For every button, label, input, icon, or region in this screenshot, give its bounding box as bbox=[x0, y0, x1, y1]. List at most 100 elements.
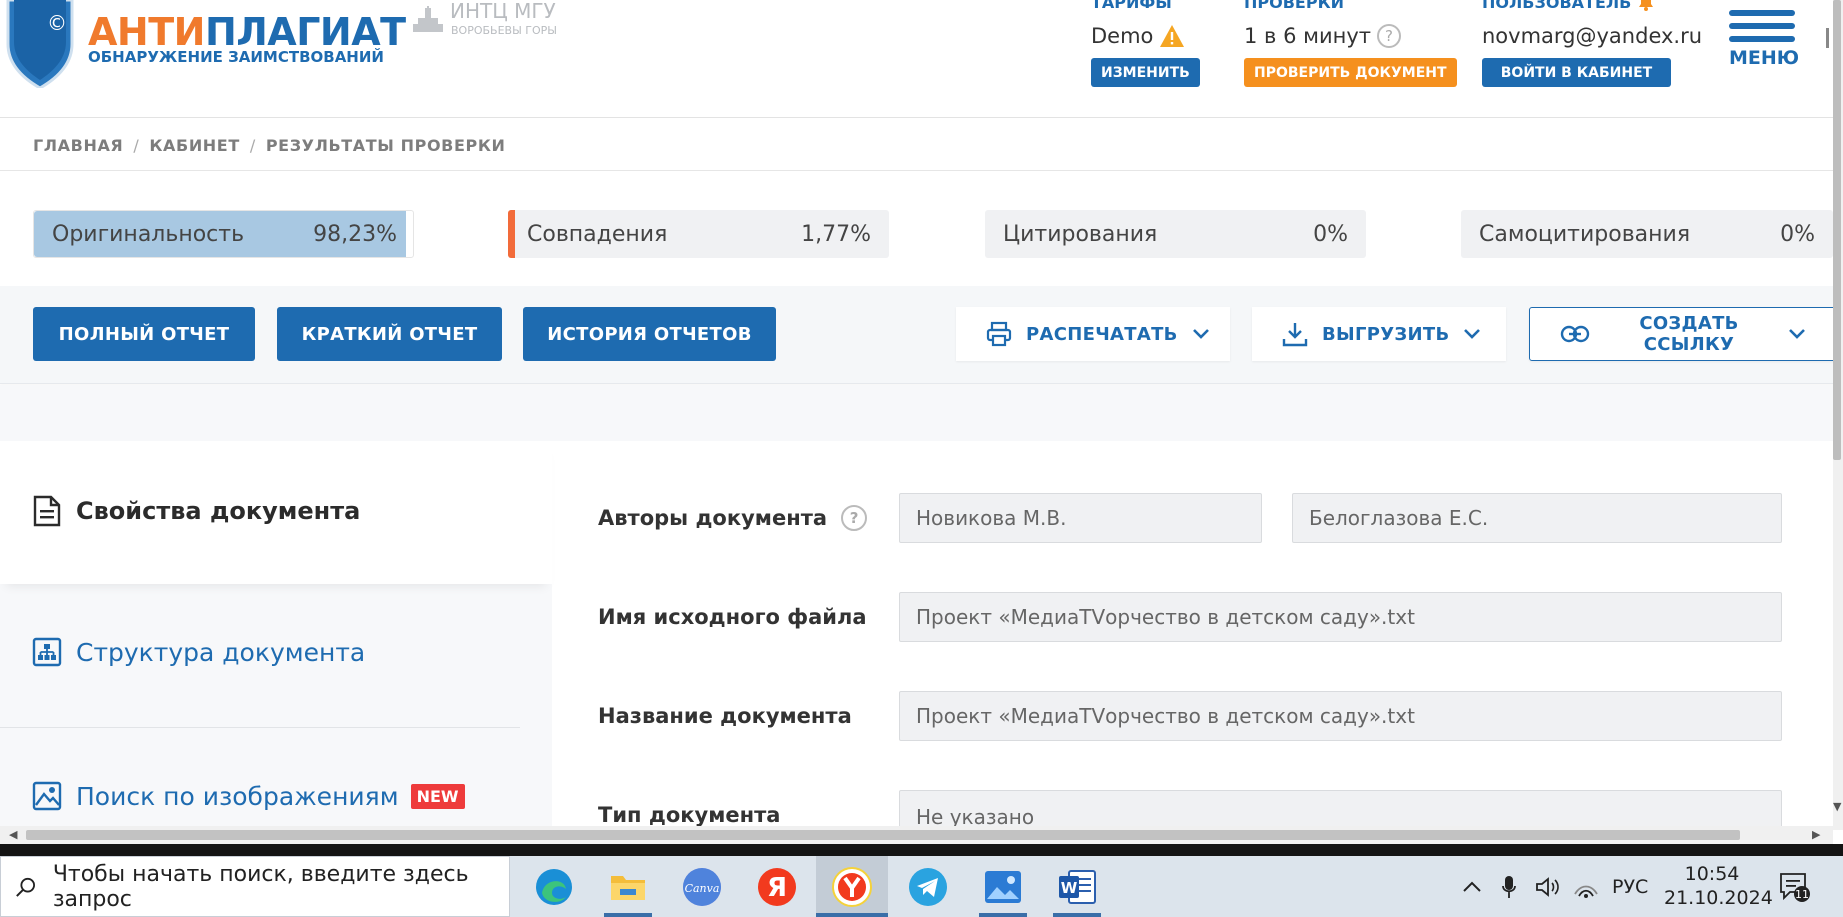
breadcrumb-cabinet[interactable]: КАБИНЕТ bbox=[149, 136, 239, 155]
file-explorer-active-indicator bbox=[604, 913, 652, 917]
volume-icon[interactable] bbox=[1535, 856, 1561, 917]
warning-icon[interactable] bbox=[1159, 24, 1185, 48]
breadcrumb-divider bbox=[0, 170, 1833, 171]
breadcrumb: ГЛАВНАЯ / КАБИНЕТ / РЕЗУЛЬТАТЫ ПРОВЕРКИ bbox=[33, 136, 506, 155]
citations-stat[interactable]: Цитирования 0% bbox=[985, 210, 1366, 258]
taskbar-clock[interactable]: 10:54 21.10.2024 bbox=[1664, 862, 1773, 910]
user-label: ПОЛЬЗОВАТЕЛЬ bbox=[1482, 0, 1655, 12]
canva-icon[interactable]: Canva bbox=[678, 863, 726, 911]
report-history-button[interactable]: ИСТОРИЯ ОТЧЕТОВ bbox=[523, 307, 776, 361]
doc-type-label: Тип документа bbox=[598, 803, 781, 827]
checks-value: 1 в 6 минут ? bbox=[1244, 24, 1402, 48]
section-gap bbox=[0, 385, 1843, 441]
yandex-browser-icon[interactable] bbox=[816, 856, 888, 917]
change-tariff-button[interactable]: ИЗМЕНИТЬ bbox=[1091, 58, 1200, 87]
logo-subtitle: ОБНАРУЖЕНИЕ ЗАИМСТВОВАНИЙ bbox=[88, 48, 384, 66]
document-nav: Свойства документа Структура документа П… bbox=[0, 441, 552, 844]
yandex-icon[interactable]: Я bbox=[753, 863, 801, 911]
doc-title-field[interactable]: Проект «МедиаТVорчество в детском саду».… bbox=[899, 691, 1782, 741]
nav-item-structure[interactable]: Структура документа bbox=[32, 637, 365, 667]
bell-icon[interactable] bbox=[1637, 0, 1655, 11]
report-toolbar: ПОЛНЫЙ ОТЧЕТ КРАТКИЙ ОТЧЕТ ИСТОРИЯ ОТЧЕТ… bbox=[0, 286, 1843, 384]
windows-taskbar: Чтобы начать поиск, введите здесь запрос… bbox=[0, 856, 1843, 917]
microphone-icon[interactable] bbox=[1502, 856, 1516, 917]
print-button[interactable]: РАСПЕЧАТАТЬ bbox=[956, 307, 1230, 361]
authors-help-icon[interactable]: ? bbox=[841, 505, 868, 531]
self-citations-label: Самоцитирования bbox=[1479, 221, 1691, 247]
user-label-text: ПОЛЬЗОВАТЕЛЬ bbox=[1482, 0, 1632, 12]
wifi-icon[interactable] bbox=[1573, 856, 1599, 917]
authors-label-text: Авторы документа bbox=[598, 506, 828, 530]
scroll-down-arrow[interactable]: ▼ bbox=[1833, 800, 1841, 813]
print-label: РАСПЕЧАТАТЬ bbox=[1026, 323, 1178, 345]
self-citations-stat[interactable]: Самоцитирования 0% bbox=[1461, 210, 1833, 258]
matches-stat[interactable]: Совпадения 1,77% bbox=[508, 210, 889, 258]
notifications-count: 11 bbox=[1795, 888, 1809, 901]
export-button[interactable]: ВЫГРУЗИТЬ bbox=[1252, 307, 1506, 361]
word-active-indicator bbox=[1053, 913, 1101, 917]
photos-icon[interactable] bbox=[979, 863, 1027, 911]
nav-image-search-label: Поиск по изображениям bbox=[76, 781, 399, 811]
checks-help-icon[interactable]: ? bbox=[1377, 24, 1402, 48]
checks-label: ПРОВЕРКИ bbox=[1244, 0, 1345, 12]
document-icon bbox=[33, 495, 61, 527]
scroll-left-arrow[interactable]: ◀ bbox=[9, 828, 17, 841]
full-report-button[interactable]: ПОЛНЫЙ ОТЧЕТ bbox=[33, 307, 255, 361]
word-icon[interactable]: W bbox=[1053, 863, 1101, 911]
vertical-scroll-thumb[interactable] bbox=[1833, 0, 1841, 460]
chevron-down-icon bbox=[1464, 329, 1481, 339]
create-link-label: СОЗДАТЬ ССЫЛКУ bbox=[1639, 313, 1739, 355]
citations-label: Цитирования bbox=[1003, 221, 1158, 247]
tray-overflow-icon[interactable] bbox=[1462, 856, 1482, 917]
menu-toggle[interactable]: МЕНЮ bbox=[1729, 10, 1799, 69]
check-document-button[interactable]: ПРОВЕРИТЬ ДОКУМЕНТ bbox=[1244, 58, 1457, 87]
clock-time: 10:54 bbox=[1684, 863, 1740, 885]
author-field-2[interactable]: Белоглазова Е.С. bbox=[1292, 493, 1782, 543]
nav-properties-label: Свойства документа bbox=[76, 497, 361, 525]
logo-title[interactable]: АНТИПЛАГИАТ bbox=[88, 12, 406, 52]
document-section: Свойства документа Структура документа П… bbox=[0, 441, 1833, 844]
yandex-browser-active-indicator bbox=[816, 913, 888, 917]
author-field-1[interactable]: Новикова М.В. bbox=[899, 493, 1262, 543]
nav-item-image-search[interactable]: Поиск по изображениям NEW bbox=[32, 781, 465, 811]
checks-rate: 1 в 6 минут bbox=[1244, 24, 1372, 48]
self-citations-value: 0% bbox=[1780, 221, 1815, 247]
originality-stat[interactable]: Оригинальность 98,23% bbox=[33, 210, 414, 258]
copyright-symbol: © bbox=[47, 11, 67, 35]
nav-structure-label: Структура документа bbox=[76, 637, 366, 667]
search-icon bbox=[16, 877, 35, 897]
create-link-button[interactable]: СОЗДАТЬ ССЫЛКУ bbox=[1529, 307, 1837, 361]
nav-item-properties[interactable]: Свойства документа bbox=[32, 495, 360, 527]
vertical-scrollbar[interactable]: ▼ bbox=[1833, 0, 1843, 830]
photos-active-indicator bbox=[979, 913, 1027, 917]
canva-label: Canva bbox=[685, 882, 720, 895]
screen-divider bbox=[0, 844, 1843, 856]
doc-title-label: Название документа bbox=[598, 704, 852, 728]
link-icon bbox=[1560, 325, 1590, 343]
nav-divider bbox=[0, 727, 520, 728]
file-explorer-icon[interactable] bbox=[604, 863, 652, 911]
antiplagiat-shield-icon[interactable]: © bbox=[4, 0, 76, 88]
enter-cabinet-button[interactable]: ВОЙТИ В КАБИНЕТ bbox=[1482, 58, 1671, 87]
telegram-icon[interactable] bbox=[904, 863, 952, 911]
short-report-button[interactable]: КРАТКИЙ ОТЧЕТ bbox=[277, 307, 502, 361]
clock-date: 21.10.2024 bbox=[1664, 887, 1773, 909]
cut-off-element bbox=[1826, 28, 1829, 48]
export-label: ВЫГРУЗИТЬ bbox=[1322, 323, 1450, 345]
originality-value: 98,23% bbox=[313, 221, 397, 247]
tariff-name: Demo bbox=[1091, 24, 1154, 48]
language-indicator[interactable]: РУС bbox=[1612, 856, 1648, 917]
taskbar-search[interactable]: Чтобы начать поиск, введите здесь запрос bbox=[0, 856, 510, 917]
notifications-icon[interactable]: 11 bbox=[1778, 856, 1812, 917]
edge-icon[interactable] bbox=[530, 863, 578, 911]
scroll-right-arrow[interactable]: ▶ bbox=[1812, 828, 1820, 841]
filename-field[interactable]: Проект «МедиаТVорчество в детском саду».… bbox=[899, 592, 1782, 642]
site-header: © АНТИПЛАГИАТ ОБНАРУЖЕНИЕ ЗАИМСТВОВАНИЙ … bbox=[0, 0, 1833, 118]
structure-icon bbox=[32, 637, 62, 667]
yandex-label: Я bbox=[767, 873, 787, 903]
horizontal-scroll-thumb[interactable] bbox=[26, 830, 1740, 840]
horizontal-scrollbar[interactable]: ◀ ▶ bbox=[0, 826, 1833, 844]
matches-value: 1,77% bbox=[801, 221, 871, 247]
breadcrumb-home[interactable]: ГЛАВНАЯ bbox=[33, 136, 123, 155]
word-label: W bbox=[1061, 879, 1078, 897]
